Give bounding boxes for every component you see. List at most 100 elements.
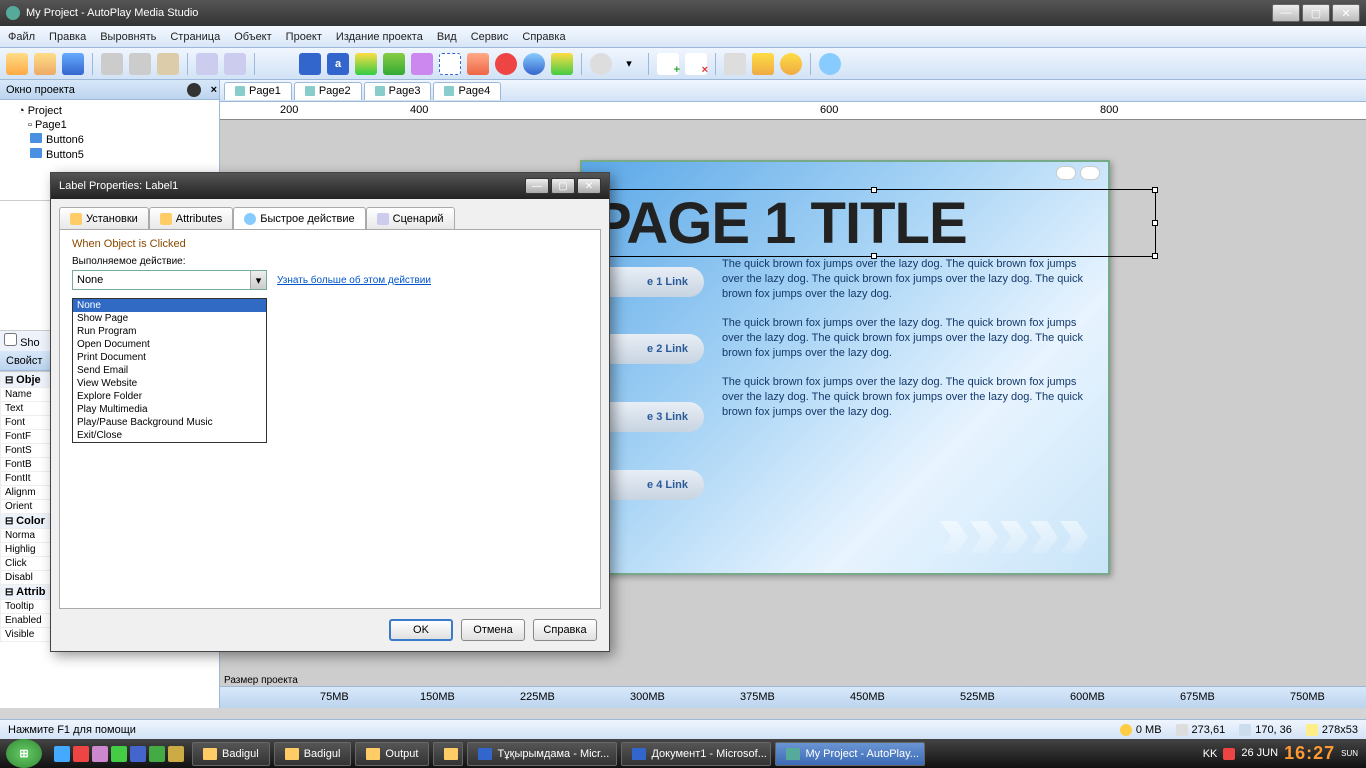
video-icon[interactable]: [411, 53, 433, 75]
tab-quick-action[interactable]: Быстрое действие: [233, 207, 365, 229]
dialog-close-button[interactable]: ✕: [577, 178, 601, 194]
action-combobox[interactable]: None ▾: [72, 270, 267, 290]
cut-icon[interactable]: [101, 53, 123, 75]
select-icon[interactable]: [439, 53, 461, 75]
picture-icon[interactable]: [383, 53, 405, 75]
dropdown-option[interactable]: Send Email: [73, 364, 266, 377]
tab-settings[interactable]: Установки: [59, 207, 149, 229]
dropdown-option[interactable]: None: [73, 299, 266, 312]
close-button[interactable]: ✕: [1332, 4, 1360, 22]
tab-script[interactable]: Сценарий: [366, 207, 455, 229]
dropdown-option[interactable]: Print Document: [73, 351, 266, 364]
taskbar-item[interactable]: Badigul: [274, 742, 352, 766]
web-icon[interactable]: [523, 53, 545, 75]
tree-page[interactable]: ▫ Page1: [6, 118, 213, 132]
separator: [92, 53, 93, 75]
paste-icon[interactable]: [157, 53, 179, 75]
dropdown-option[interactable]: Open Document: [73, 338, 266, 351]
new-icon[interactable]: [6, 53, 28, 75]
add-icon[interactable]: +: [657, 53, 679, 75]
preview-icon[interactable]: [724, 53, 746, 75]
build-icon[interactable]: [752, 53, 774, 75]
taskbar-item[interactable]: Документ1 - Microsof...: [621, 742, 771, 766]
pin-icon[interactable]: [187, 83, 201, 97]
clock[interactable]: 16:27: [1284, 743, 1335, 764]
dropdown-option[interactable]: Play/Pause Background Music: [73, 416, 266, 429]
dialog-maximize-button[interactable]: ▢: [551, 178, 575, 194]
taskbar-item[interactable]: Badigul: [192, 742, 270, 766]
ok-button[interactable]: OK: [389, 619, 453, 641]
menu-publish[interactable]: Издание проекта: [336, 31, 423, 43]
tree-item[interactable]: Button5: [6, 147, 213, 162]
tab-page3[interactable]: Page3: [364, 82, 432, 100]
image-icon[interactable]: [355, 53, 377, 75]
save-icon[interactable]: [62, 53, 84, 75]
menu-service[interactable]: Сервис: [471, 31, 509, 43]
tray-icon[interactable]: [1223, 748, 1235, 760]
page-close-icon[interactable]: [1080, 166, 1100, 180]
dialog-minimize-button[interactable]: —: [525, 178, 549, 194]
app-icon[interactable]: [168, 746, 184, 762]
text-icon[interactable]: a: [327, 53, 349, 75]
taskbar-item-active[interactable]: My Project - AutoPlay...: [775, 742, 925, 766]
tree-item[interactable]: Button6: [6, 132, 213, 147]
disc-icon[interactable]: [780, 53, 802, 75]
taskbar-item[interactable]: Тұқырымдама - Micr...: [467, 742, 617, 766]
chevron-down-icon[interactable]: ▾: [250, 271, 266, 289]
app-icon[interactable]: [73, 746, 89, 762]
button-icon[interactable]: [467, 53, 489, 75]
window-title: My Project - AutoPlay Media Studio: [26, 7, 198, 19]
tab-page1[interactable]: Page1: [224, 82, 292, 100]
flash-icon[interactable]: [495, 53, 517, 75]
cancel-button[interactable]: Отмена: [461, 619, 525, 641]
open-icon[interactable]: [34, 53, 56, 75]
menu-page[interactable]: Страница: [170, 31, 220, 43]
dropdown-option[interactable]: Play Multimedia: [73, 403, 266, 416]
start-button[interactable]: ⊞: [6, 739, 42, 768]
tab-page4[interactable]: Page4: [433, 82, 501, 100]
help-button[interactable]: Справка: [533, 619, 597, 641]
dialog-titlebar[interactable]: Label Properties: Label1 — ▢ ✕: [51, 173, 609, 199]
zoom-icon[interactable]: [590, 53, 612, 75]
redo-icon[interactable]: [224, 53, 246, 75]
undo-icon[interactable]: [196, 53, 218, 75]
app-icon[interactable]: [92, 746, 108, 762]
chevron-down-icon[interactable]: ▾: [618, 53, 640, 75]
close-icon[interactable]: ×: [211, 84, 217, 96]
tree-root[interactable]: ◔ Project: [6, 104, 213, 118]
learn-more-link[interactable]: Узнать больше об этом действии: [277, 275, 431, 286]
help-icon[interactable]: [819, 53, 841, 75]
app-icon[interactable]: [111, 746, 127, 762]
tab-page2[interactable]: Page2: [294, 82, 362, 100]
dropdown-option[interactable]: Run Program: [73, 325, 266, 338]
taskbar-item[interactable]: Output: [355, 742, 429, 766]
tool-icon[interactable]: [299, 53, 321, 75]
ie-icon[interactable]: [54, 746, 70, 762]
show-hidden-checkbox[interactable]: [4, 333, 17, 346]
menu-project[interactable]: Проект: [286, 31, 322, 43]
taskbar-item[interactable]: [433, 742, 463, 766]
menu-align[interactable]: Выровнять: [100, 31, 156, 43]
app-icon[interactable]: [130, 746, 146, 762]
dropdown-option[interactable]: Exit/Close: [73, 429, 266, 442]
remove-icon[interactable]: ×: [685, 53, 707, 75]
page-minimize-icon[interactable]: [1056, 166, 1076, 180]
copy-icon[interactable]: [129, 53, 151, 75]
menu-object[interactable]: Объект: [234, 31, 271, 43]
app-icon[interactable]: [149, 746, 165, 762]
maximize-button[interactable]: ▢: [1302, 4, 1330, 22]
separator: [648, 53, 649, 75]
tab-attributes[interactable]: Attributes: [149, 207, 233, 229]
dropdown-option[interactable]: Show Page: [73, 312, 266, 325]
language-indicator[interactable]: KK: [1203, 748, 1218, 760]
design-page[interactable]: PAGE 1 TITLE e 1 Link e 2 Link e 3 Link …: [580, 160, 1110, 575]
dropdown-option[interactable]: View Website: [73, 377, 266, 390]
menu-edit[interactable]: Правка: [49, 31, 86, 43]
menu-view[interactable]: Вид: [437, 31, 457, 43]
pdf-icon[interactable]: [551, 53, 573, 75]
dropdown-option[interactable]: Explore Folder: [73, 390, 266, 403]
menu-file[interactable]: Файл: [8, 31, 35, 43]
selected-label[interactable]: PAGE 1 TITLE: [592, 189, 1156, 257]
menu-help[interactable]: Справка: [522, 31, 565, 43]
minimize-button[interactable]: —: [1272, 4, 1300, 22]
